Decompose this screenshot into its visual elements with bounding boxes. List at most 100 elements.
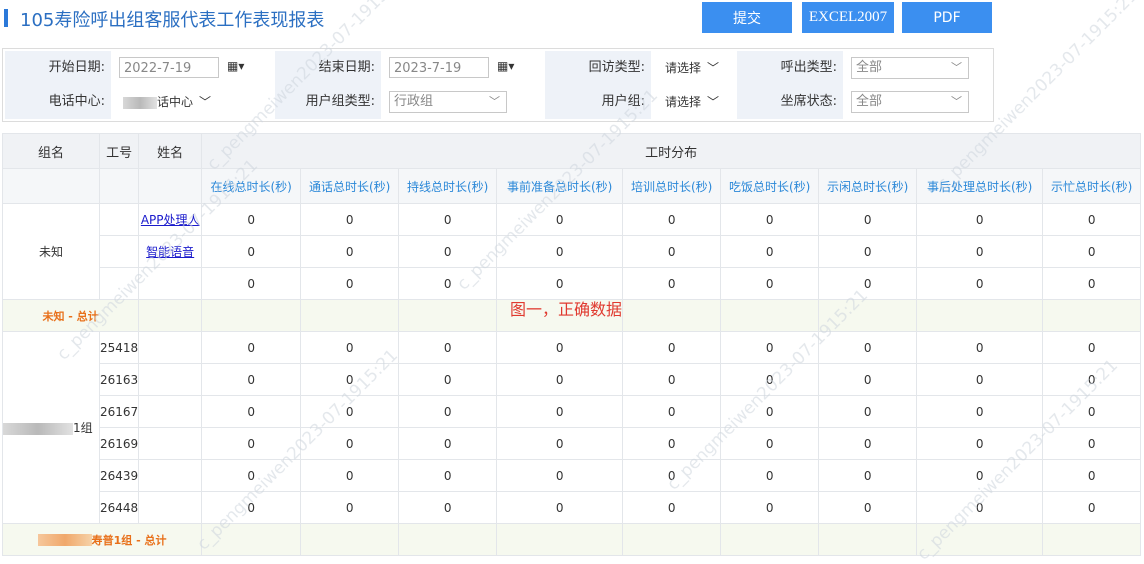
name-cell[interactable]: 智能语音 <box>138 235 203 268</box>
value-cell: 0 <box>1042 267 1142 300</box>
header-name: 姓名 <box>138 133 203 169</box>
group-name-cell: 1组 <box>2 331 100 524</box>
submit-button[interactable]: 提交 <box>702 2 792 33</box>
value-cell: 0 <box>1042 203 1142 236</box>
id-cell <box>98 267 140 300</box>
value-cell: 0 <box>720 427 820 460</box>
value-cell: 0 <box>496 459 624 492</box>
start-date-label: 开始日期: <box>48 60 105 75</box>
value-cell: 0 <box>720 267 820 300</box>
subtotal-cell <box>300 299 400 332</box>
group-name: 1组 <box>73 421 93 435</box>
subtotal-cell <box>201 523 302 556</box>
table-row: 26448 0 0 0 0 0 0 0 0 0 <box>3 491 1142 524</box>
subtotal-cell <box>398 299 498 332</box>
value-cell: 0 <box>1042 395 1142 428</box>
value-cell: 0 <box>201 395 302 428</box>
user-group-type-select[interactable]: 行政组 ﹀ <box>389 91 507 113</box>
value-cell: 0 <box>496 395 624 428</box>
value-cell: 0 <box>398 235 498 268</box>
value-cell: 0 <box>622 491 722 524</box>
value-cell: 0 <box>300 491 400 524</box>
subtotal-cell <box>622 523 722 556</box>
value-cell: 0 <box>300 395 400 428</box>
value-cell: 0 <box>916 427 1044 460</box>
call-type-value: 全部 <box>856 60 883 75</box>
subtotal-cell <box>138 299 203 332</box>
table-row: 26163 0 0 0 0 0 0 0 0 0 <box>3 363 1142 396</box>
user-group-type-label: 用户组类型: <box>305 94 375 109</box>
chevron-down-icon: ﹀ <box>951 95 962 108</box>
value-cell: 0 <box>622 395 722 428</box>
table-row: 未知 APP处理人 0 0 0 0 0 0 0 0 0 <box>2 203 1142 300</box>
seat-status-value: 全部 <box>856 94 883 109</box>
export-excel-button[interactable]: EXCEL2007 <box>802 2 894 33</box>
chevron-down-icon: ﹀ <box>951 61 962 74</box>
end-date-input[interactable]: 2023-7-19 <box>389 57 489 78</box>
subtotal-cell <box>398 523 498 556</box>
call-center-value: 话中心 <box>157 95 194 109</box>
subtotal-label: 寿普1组 - 总计 <box>91 533 167 547</box>
value-cell: 0 <box>398 459 498 492</box>
seat-status-label: 坐席状态: <box>780 94 837 109</box>
value-cell: 0 <box>201 267 302 300</box>
name-cell[interactable]: APP处理人 <box>138 203 203 236</box>
annotation-text: 图一，正确数据 <box>510 300 623 319</box>
value-cell: 0 <box>496 491 624 524</box>
name-cell <box>138 267 203 300</box>
value-cell: 0 <box>818 491 918 524</box>
value-cell: 0 <box>818 459 918 492</box>
agent-name-link[interactable]: 智能语音 <box>146 245 194 259</box>
id-cell <box>98 203 140 236</box>
header-empty <box>2 168 100 204</box>
value-cell: 0 <box>818 395 918 428</box>
name-cell <box>138 331 203 364</box>
value-cell: 0 <box>720 491 820 524</box>
id-cell: 26448 <box>98 491 140 524</box>
name-cell <box>138 395 203 428</box>
column-header: 示闲总时长(秒) <box>818 168 918 204</box>
column-header: 通话总时长(秒) <box>300 168 400 204</box>
value-cell: 0 <box>818 235 918 268</box>
value-cell: 0 <box>720 203 820 236</box>
header-group: 组名 <box>2 133 100 169</box>
start-date-input[interactable]: 2022-7-19 <box>119 57 219 78</box>
value-cell: 0 <box>201 363 302 396</box>
column-header: 持线总时长(秒) <box>398 168 498 204</box>
calendar-icon[interactable]: ▦▾ <box>497 57 521 75</box>
value-cell: 0 <box>622 203 722 236</box>
value-cell: 0 <box>916 235 1044 268</box>
value-cell: 0 <box>201 459 302 492</box>
value-cell: 0 <box>300 363 400 396</box>
value-cell: 0 <box>916 363 1044 396</box>
call-center-dropdown[interactable]: 话中心 ﹀ <box>123 85 211 119</box>
name-cell <box>138 491 203 524</box>
user-group-value: 请选择 <box>665 95 702 109</box>
value-cell: 0 <box>622 267 722 300</box>
value-cell: 0 <box>300 331 400 364</box>
column-header: 吃饭总时长(秒) <box>720 168 820 204</box>
value-cell: 0 <box>201 491 302 524</box>
report-table: 组名 工号 姓名 工时分布 在线总时长(秒) 通话总时长(秒) 持线总时长(秒)… <box>1 133 1142 556</box>
subtotal-cell <box>201 299 302 332</box>
value-cell: 0 <box>496 427 624 460</box>
export-pdf-button[interactable]: PDF <box>902 2 992 33</box>
value-cell: 0 <box>720 363 820 396</box>
header: 105寿险呼出组客服代表工作表现报表 提交 EXCEL2007 PDF <box>0 0 1144 40</box>
id-cell: 26163 <box>98 363 140 396</box>
value-cell: 0 <box>818 331 918 364</box>
call-type-select[interactable]: 全部 ﹀ <box>851 57 969 79</box>
value-cell: 0 <box>496 203 624 236</box>
visit-type-value: 请选择 <box>665 61 702 75</box>
value-cell: 0 <box>300 235 400 268</box>
visit-type-label: 回访类型: <box>588 60 645 75</box>
value-cell: 0 <box>622 363 722 396</box>
calendar-icon[interactable]: ▦▾ <box>227 57 251 75</box>
table-row: 1组 25418 0 0 0 0 0 0 0 0 0 <box>2 331 1142 524</box>
seat-status-select[interactable]: 全部 ﹀ <box>851 91 969 113</box>
agent-name-link[interactable]: APP处理人 <box>141 213 200 227</box>
table-row: 智能语音 0 0 0 0 0 0 0 0 0 <box>3 235 1142 268</box>
filter-panel: 开始日期: 2022-7-19 ▦▾ 结束日期: 2023-7-19 ▦▾ 回访… <box>2 48 994 122</box>
visit-type-dropdown[interactable]: 请选择 ﹀ <box>665 51 719 85</box>
user-group-dropdown[interactable]: 请选择 ﹀ <box>665 85 719 119</box>
